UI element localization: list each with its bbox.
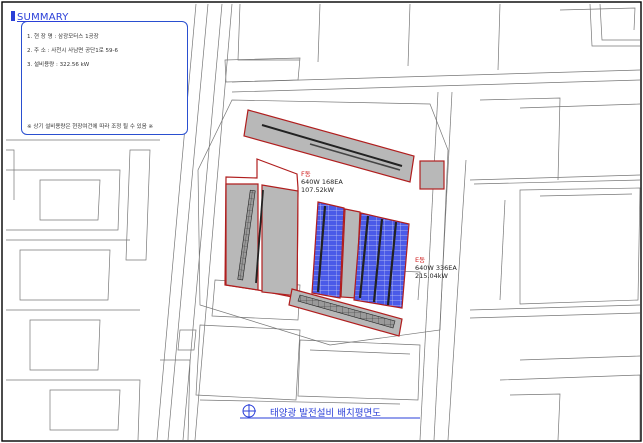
- drawing-title: 태양광 발전설비 배치평면도: [270, 408, 381, 419]
- building-f-capacity: 107.52kW: [301, 186, 334, 194]
- building-e-label: E동 640W 336EA 215.04kW: [415, 256, 457, 280]
- summary-heading-text: SUMMARY: [17, 12, 69, 23]
- building-f-spec: 640W 168EA: [301, 178, 343, 186]
- building-e-capacity: 215.04kW: [415, 272, 448, 280]
- building-f-name: F동: [301, 170, 311, 178]
- summary-note: ※ 상기 설비용량은 현장여건에 따라 조정 될 수 있음 ※: [27, 124, 154, 130]
- summary-capacity: 3. 설비용량 : 322.56 kW: [27, 62, 90, 68]
- building-annex-square: [419, 160, 445, 190]
- building-f-label: F동 640W 168EA 107.52kW: [301, 170, 343, 194]
- building-f-outline: [224, 158, 299, 299]
- building-e-spec: 640W 336EA: [415, 264, 457, 272]
- building-e-name: E동: [415, 256, 426, 264]
- summary-address: 2. 주 소 : 사천시 사남면 공단1로 59-6: [27, 48, 118, 54]
- north-arrow-icon: [242, 404, 256, 418]
- summary-panel: SUMMARY 1. 현 장 명 : 삼광모터스 1공장 2. 주 소 : 사천…: [11, 11, 188, 135]
- summary-site-name: 1. 현 장 명 : 삼광모터스 1공장: [27, 34, 99, 40]
- summary-heading: SUMMARY: [11, 11, 69, 23]
- building-e-array: [311, 201, 410, 309]
- heading-bars-icon: [11, 11, 15, 21]
